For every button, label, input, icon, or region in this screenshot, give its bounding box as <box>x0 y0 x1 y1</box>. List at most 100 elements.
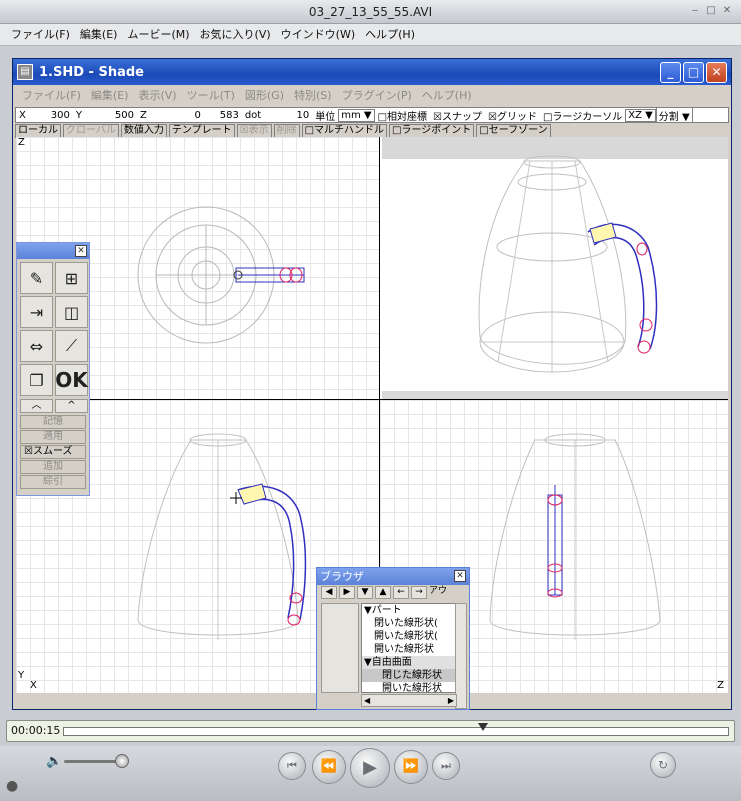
template-button[interactable]: テンプレート <box>168 124 235 138</box>
ok-button[interactable]: OK <box>55 364 88 396</box>
browser-panel: ブラウザ ✕ ◀ ▶ ▼ ▲ ← → アウ ▼パート 閉いた線形状( 開いた線形… <box>316 567 470 710</box>
z-axis-label: Z <box>18 137 25 148</box>
shade-menu-tool[interactable]: ツール(T) <box>182 85 240 107</box>
large-cursor-checkbox[interactable]: □ラージカーソル <box>540 108 625 123</box>
delete-button[interactable]: 削除 <box>273 124 300 138</box>
shade-menu-help[interactable]: ヘルプ(H) <box>417 85 477 107</box>
x-axis-label: X <box>30 680 37 691</box>
shade-minimize-icon[interactable]: _ <box>660 61 681 83</box>
tree-item[interactable]: 開いた線形状 <box>362 643 456 656</box>
unit-select[interactable]: mm ▼ <box>338 108 375 122</box>
qt-menu-file[interactable]: ファイル(F) <box>6 24 75 45</box>
snap-checkbox[interactable]: ☒スナップ <box>430 108 485 123</box>
pull-button[interactable]: 綜引 <box>20 475 86 489</box>
browser-tools-tail[interactable]: アウ <box>429 586 447 599</box>
line-tool-icon[interactable]: ⟋ <box>55 330 88 362</box>
palette-close-icon[interactable]: ✕ <box>75 245 87 257</box>
tree-item[interactable]: 閉いた線形状( <box>362 617 456 630</box>
pencil-tool-icon[interactable]: ✎ <box>20 262 53 294</box>
display-checkbox[interactable]: ☒表示 <box>236 124 272 138</box>
rewind-icon[interactable]: ⏪ <box>312 750 346 784</box>
volume-knob[interactable] <box>115 754 129 768</box>
cylinder-tool-icon[interactable]: ◫ <box>55 296 88 328</box>
shade-title-bar: ▤ 1.SHD - Shade _ □ ✕ <box>13 59 731 85</box>
grid-checkbox[interactable]: ☒グリッド <box>485 108 540 123</box>
shade-maximize-icon[interactable]: □ <box>683 61 704 83</box>
large-point-checkbox[interactable]: □ラージポイント <box>389 124 475 138</box>
tree-item[interactable]: ▼自由曲面 <box>362 656 456 669</box>
safe-zone-checkbox[interactable]: □セーフゾーン <box>476 124 551 138</box>
fast-forward-icon[interactable]: ⏩ <box>394 750 428 784</box>
browser-tree: ▼パート 閉いた線形状( 開いた線形状( 開いた線形状 ▼自由曲面 閉じた線形状… <box>361 603 457 693</box>
scale-tool-icon[interactable]: ⇔ <box>20 330 53 362</box>
memory-button[interactable]: 記憶 <box>20 415 86 429</box>
shade-app-icon: ▤ <box>17 64 33 80</box>
perspective-drawing <box>478 155 658 373</box>
down-arrow-icon[interactable]: ▼ <box>357 586 373 599</box>
left-arrow-icon[interactable]: ◀ <box>321 586 337 599</box>
qt-title-bar: 03_27_13_55_55.AVI ‒ □ ✕ <box>0 0 741 24</box>
multi-handle-checkbox[interactable]: □マルチハンドル <box>301 124 388 138</box>
qt-timeline[interactable]: 00:00:15 <box>6 720 735 742</box>
smooth-corner-icon[interactable]: ︿ <box>20 399 53 413</box>
x-value[interactable]: 300 <box>29 110 73 121</box>
shade-close-icon[interactable]: ✕ <box>706 61 727 83</box>
browser-close-icon[interactable]: ✕ <box>454 570 466 582</box>
plane-value: XZ <box>628 109 642 121</box>
qt-menubar: ファイル(F) 編集(E) ムービー(M) お気に入り(V) ウインドウ(W) … <box>0 24 741 46</box>
sharp-corner-icon[interactable]: ^ <box>55 399 88 413</box>
palette-titlebar[interactable]: ✕ <box>17 243 89 259</box>
close-icon[interactable]: ✕ <box>721 5 733 17</box>
numeric-input-button[interactable]: 数値入力 <box>120 124 167 138</box>
shade-menu-edit[interactable]: 編集(E) <box>86 85 134 107</box>
right-arrow-icon[interactable]: ▶ <box>339 586 355 599</box>
split-select[interactable]: 分割 ▼ <box>655 108 693 122</box>
qt-menu-window[interactable]: ウインドウ(W) <box>276 24 360 45</box>
forward-arrow-icon[interactable]: → <box>411 586 427 599</box>
up-arrow-icon[interactable]: ▲ <box>375 586 391 599</box>
apple-icon: ● <box>6 778 19 794</box>
add-button[interactable]: 追加 <box>20 460 86 474</box>
unit-label: 単位 <box>315 111 336 123</box>
relative-checkbox[interactable]: □相対座標 <box>375 108 430 123</box>
browser-titlebar[interactable]: ブラウザ ✕ <box>317 568 469 585</box>
dot-value[interactable]: 583 <box>204 110 242 121</box>
back-arrow-icon[interactable]: ← <box>393 586 409 599</box>
minimize-icon[interactable]: ‒ <box>689 5 701 17</box>
extrude-tool-icon[interactable]: ⇥ <box>20 296 53 328</box>
smooth-checkbox[interactable]: ☒スムーズ <box>20 445 86 459</box>
tree-item[interactable]: ▼パート <box>362 604 456 617</box>
perspective-view[interactable] <box>380 137 728 399</box>
shade-menu-special[interactable]: 特別(S) <box>289 85 337 107</box>
tree-item[interactable]: 開いた線形状 <box>362 682 456 692</box>
skip-end-icon[interactable]: ⏭ <box>432 752 460 780</box>
loop-icon[interactable]: ↻ <box>650 752 676 778</box>
step-value[interactable]: 10 <box>264 110 312 121</box>
qt-menu-movie[interactable]: ムービー(M) <box>122 24 194 45</box>
shade-menu-view[interactable]: 表示(V) <box>133 85 181 107</box>
plane-select[interactable]: XZ ▼ <box>625 108 656 122</box>
qt-timeline-track[interactable] <box>63 727 729 736</box>
qt-menu-help[interactable]: ヘルプ(H) <box>360 24 420 45</box>
tool-palette: ✕ ✎ ⊞ ⇥ ◫ ⇔ ⟋ ❐ OK ︿ ^ 記憶 適用 ☒スムーズ 追加 綜引 <box>16 242 90 496</box>
qt-playhead[interactable] <box>477 723 488 731</box>
skip-start-icon[interactable]: ⏮ <box>278 752 306 780</box>
copy-tool-icon[interactable]: ❐ <box>20 364 53 396</box>
tree-item[interactable]: 開いた線形状( <box>362 630 456 643</box>
tree-item[interactable]: 閉じた線形状 <box>362 669 456 682</box>
y-value[interactable]: 500 <box>85 110 137 121</box>
apply-button[interactable]: 適用 <box>20 430 86 444</box>
shade-menu-plugin[interactable]: プラグイン(P) <box>337 85 417 107</box>
qt-menu-edit[interactable]: 編集(E) <box>75 24 123 45</box>
global-button[interactable]: グローバル <box>63 124 119 138</box>
hierarchy-tool-icon[interactable]: ⊞ <box>55 262 88 294</box>
qt-menu-favorites[interactable]: お気に入り(V) <box>195 24 276 45</box>
browser-horizontal-scrollbar[interactable]: ◀ ▶ <box>361 694 457 707</box>
shade-menu-file[interactable]: ファイル(F) <box>17 85 86 107</box>
z-value[interactable]: 0 <box>150 110 204 121</box>
play-icon[interactable]: ▶ <box>350 748 390 788</box>
local-button[interactable]: ローカル <box>15 124 61 138</box>
browser-toolbar: ◀ ▶ ▼ ▲ ← → アウ <box>317 585 469 600</box>
maximize-icon[interactable]: □ <box>705 5 717 17</box>
shade-menu-shape[interactable]: 図形(G) <box>240 85 289 107</box>
